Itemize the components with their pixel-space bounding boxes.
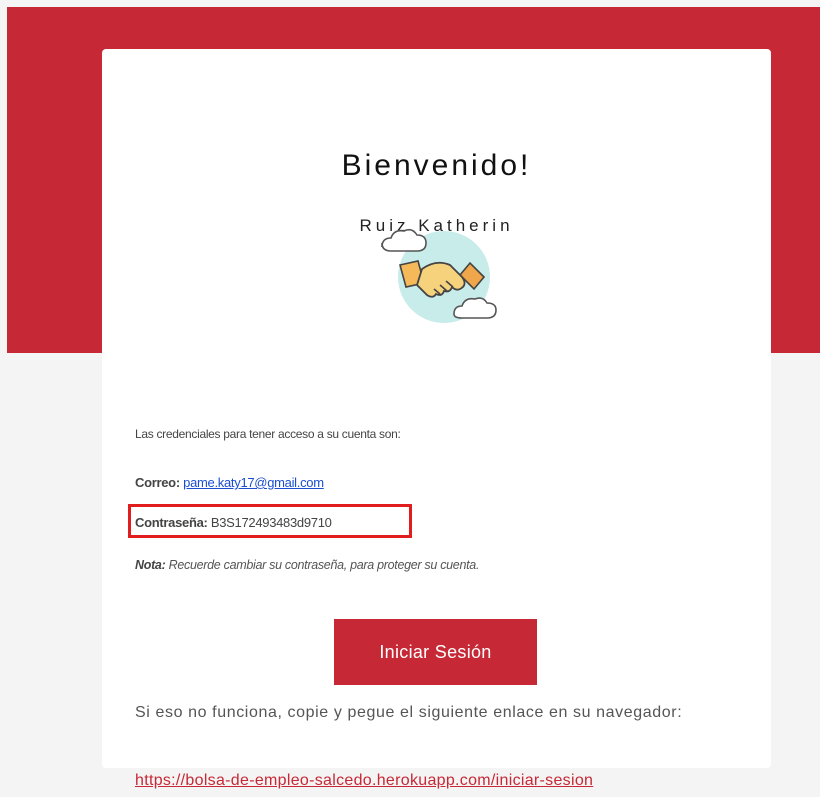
email-link[interactable]: pame.katy17@gmail.com [183,475,324,490]
note-text: Recuerde cambiar su contraseña, para pro… [168,558,480,572]
login-button[interactable]: Iniciar Sesión [334,619,537,685]
cloud-top-left [381,228,427,252]
note-row: Nota: Recuerde cambiar su contraseña, pa… [135,558,479,572]
handshake-icon [381,228,497,323]
fallback-text: Si eso no funciona, copie y pegue el sig… [135,704,683,721]
welcome-title: Bienvenido! [341,149,532,182]
email-label: Correo: [135,475,180,490]
credentials-intro: Las credenciales para tener acceso a su … [135,427,401,441]
fallback-link[interactable]: https://bolsa-de-empleo-salcedo.herokuap… [135,772,593,790]
note-label: Nota: [135,558,166,572]
password-label: Contraseña: [135,515,208,530]
password-value: B3S172493483d9710 [210,515,332,530]
email-row: Correo: pame.katy17@gmail.com [135,475,324,490]
email-card: Bienvenido! Ruiz Katherin Las credencial… [102,49,771,789]
password-row: Contraseña: B3S172493483d9710 [135,515,332,530]
